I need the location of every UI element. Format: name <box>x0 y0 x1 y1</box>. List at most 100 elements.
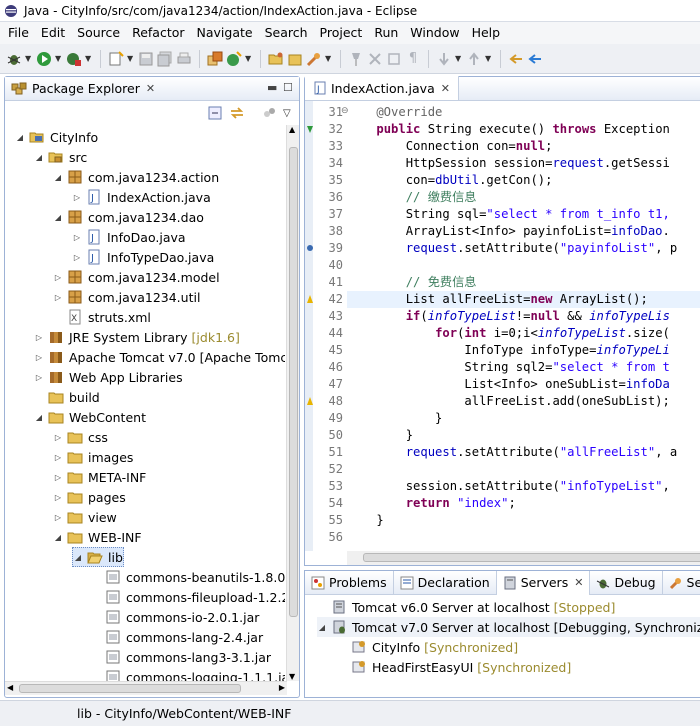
back-icon[interactable] <box>527 51 543 67</box>
server-item[interactable]: CityInfo [Synchronized] <box>337 637 518 657</box>
tree-expanded-icon[interactable]: ◢ <box>34 413 44 422</box>
tree-expanded-icon[interactable]: ◢ <box>15 133 25 142</box>
tree-expanded-icon[interactable]: ◢ <box>53 213 63 222</box>
tree-item-com-java1234-util[interactable]: ▷ com.java1234.util <box>53 287 201 307</box>
tree-item-lib[interactable]: ◢ lib <box>72 547 124 567</box>
tree-item-build[interactable]: build <box>34 387 100 407</box>
tree-expanded-icon[interactable]: ◢ <box>73 553 83 562</box>
tree-horizontal-scrollbar[interactable]: ◀ ▶ <box>5 681 287 695</box>
code-area[interactable]: @Override public String execute() throws… <box>347 101 700 551</box>
search-icon[interactable] <box>306 51 322 67</box>
tree-item-commons-fileupload-1-2-2[interactable]: commons-fileupload-1.2.2. <box>91 587 285 607</box>
chevron-down-icon[interactable]: ▼ <box>25 54 33 63</box>
tab-sear[interactable]: Sear <box>663 571 700 595</box>
whitespace-icon[interactable]: ¶ <box>405 51 421 67</box>
open-task-icon[interactable] <box>287 51 303 67</box>
tree-collapsed-icon[interactable]: ▷ <box>53 513 63 522</box>
run-icon[interactable] <box>36 51 52 67</box>
save-icon[interactable] <box>138 51 154 67</box>
chevron-down-icon[interactable]: ▼ <box>127 54 135 63</box>
menu-refactor[interactable]: Refactor <box>126 22 190 44</box>
tree-vertical-scrollbar[interactable]: ▲ ▼ <box>286 125 299 681</box>
chevron-down-icon[interactable]: ▼ <box>455 54 463 63</box>
tree-item-pages[interactable]: ▷ pages <box>53 487 126 507</box>
tree-collapsed-icon[interactable]: ▷ <box>53 273 63 282</box>
chevron-down-icon[interactable]: ▼ <box>485 54 493 63</box>
view-menu-icon[interactable]: ▽ <box>283 108 291 119</box>
tree-item-commons-logging-1-1-1-ja[interactable]: commons-logging-1.1.1.ja <box>91 667 285 681</box>
tree-expanded-icon[interactable]: ◢ <box>53 173 63 182</box>
chevron-down-icon[interactable]: ▼ <box>55 54 63 63</box>
scroll-up-icon[interactable]: ▲ <box>289 125 295 134</box>
open-type-icon[interactable] <box>207 51 223 67</box>
menu-source[interactable]: Source <box>71 22 126 44</box>
chevron-down-icon[interactable]: ▼ <box>85 54 93 63</box>
tree-collapsed-icon[interactable]: ▷ <box>53 493 63 502</box>
server-item[interactable]: HeadFirstEasyUI [Synchronized] <box>337 657 571 677</box>
annotation-ruler[interactable] <box>305 101 313 551</box>
tab-debug[interactable]: Debug <box>590 570 663 595</box>
server-item[interactable]: ◢ Tomcat v7.0 Server at localhost [Debuggi… <box>317 617 700 637</box>
tree-item-infotypedao-java[interactable]: ▷ J InfoTypeDao.java <box>72 247 214 267</box>
debug-icon[interactable] <box>6 51 22 67</box>
tree-item-apache-tomcat-v7-0-apache-tomca[interactable]: ▷ Apache Tomcat v7.0 [Apache Tomca <box>34 347 285 367</box>
chevron-down-icon[interactable]: ▼ <box>325 54 333 63</box>
tree-item-css[interactable]: ▷ css <box>53 427 108 447</box>
menu-window[interactable]: Window <box>404 22 465 44</box>
scrollbar-thumb[interactable] <box>363 553 700 562</box>
tree-item-web-app-libraries[interactable]: ▷ Web App Libraries <box>34 367 183 387</box>
package-explorer-tab[interactable]: Package Explorer ✕ <box>5 77 299 101</box>
scroll-left-icon[interactable]: ◀ <box>7 683 13 692</box>
tree-collapsed-icon[interactable]: ▷ <box>72 193 82 202</box>
external-tools-icon[interactable] <box>66 51 82 67</box>
tree-item-indexaction-java[interactable]: ▷ J IndexAction.java <box>72 187 211 207</box>
tree-item-infodao-java[interactable]: ▷ J InfoDao.java <box>72 227 186 247</box>
save-all-icon[interactable] <box>157 51 173 67</box>
tree-item-src[interactable]: ◢ src <box>34 147 87 167</box>
tree-item-view[interactable]: ▷ view <box>53 507 117 527</box>
tree-collapsed-icon[interactable]: ▷ <box>53 433 63 442</box>
new-icon[interactable] <box>108 50 124 67</box>
close-icon[interactable]: ✕ <box>574 576 583 589</box>
open-folder-icon[interactable] <box>268 51 284 67</box>
tree-collapsed-icon[interactable]: ▷ <box>53 293 63 302</box>
tree-item-commons-io-2-0-1-jar[interactable]: commons-io-2.0.1.jar <box>91 607 259 627</box>
tree-item-images[interactable]: ▷ images <box>53 447 134 467</box>
tree-item-com-java1234-action[interactable]: ◢ com.java1234.action <box>53 167 219 187</box>
tree-collapsed-icon[interactable]: ▷ <box>34 333 44 342</box>
server-item[interactable]: Tomcat v6.0 Server at localhost [Stopped] <box>317 597 615 617</box>
focus-icon[interactable] <box>261 105 277 121</box>
tree-collapsed-icon[interactable]: ▷ <box>72 233 82 242</box>
tree-item-jre-system-library[interactable]: ▷ JRE System Library [jdk1.6] <box>34 327 240 347</box>
menu-edit[interactable]: Edit <box>35 22 71 44</box>
menu-project[interactable]: Project <box>314 22 369 44</box>
menu-navigate[interactable]: Navigate <box>191 22 259 44</box>
next-annotation-icon[interactable] <box>436 51 452 67</box>
menu-help[interactable]: Help <box>466 22 507 44</box>
tree-collapsed-icon[interactable]: ▷ <box>72 253 82 262</box>
menu-search[interactable]: Search <box>259 22 314 44</box>
minimize-icon[interactable]: ▬ <box>267 81 277 94</box>
menu-file[interactable]: File <box>2 22 35 44</box>
menu-run[interactable]: Run <box>368 22 404 44</box>
prev-annotation-icon[interactable] <box>466 51 482 67</box>
tree-expanded-icon[interactable]: ◢ <box>317 623 327 632</box>
tree-item-com-java1234-dao[interactable]: ◢ com.java1234.dao <box>53 207 204 227</box>
tree-item-com-java1234-model[interactable]: ▷ com.java1234.model <box>53 267 220 287</box>
collapse-all-icon[interactable] <box>207 105 223 121</box>
pin-icon[interactable] <box>348 51 364 67</box>
tree-collapsed-icon[interactable]: ▷ <box>34 353 44 362</box>
tab-servers[interactable]: Servers ✕ <box>496 570 591 595</box>
scroll-down-icon[interactable]: ▼ <box>289 672 295 681</box>
tree-collapsed-icon[interactable]: ▷ <box>34 373 44 382</box>
tree-item-meta-inf[interactable]: ▷ META-INF <box>53 467 146 487</box>
tree-item-webcontent[interactable]: ◢ WebContent <box>34 407 146 427</box>
tab-problems[interactable]: Problems <box>305 570 394 595</box>
print-icon[interactable] <box>176 51 192 67</box>
tree-collapsed-icon[interactable]: ▷ <box>53 473 63 482</box>
scrollbar-thumb[interactable] <box>19 684 241 693</box>
tree-expanded-icon[interactable]: ◢ <box>53 533 63 542</box>
tree-item-struts-xml[interactable]: Xstruts.xml <box>53 307 151 327</box>
tab-declaration[interactable]: Declaration <box>394 570 497 595</box>
close-icon[interactable]: ✕ <box>146 82 155 95</box>
